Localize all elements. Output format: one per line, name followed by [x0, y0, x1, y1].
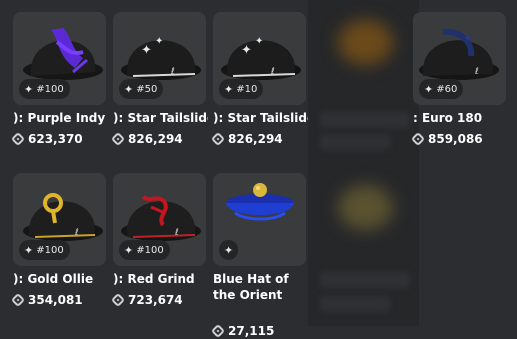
- blurred-thumbnail: [338, 20, 393, 65]
- sparkle-icon: ✦: [124, 243, 134, 257]
- price-value: 859,086: [428, 132, 483, 146]
- item-price: 826,294: [210, 131, 283, 147]
- item-thumbnail[interactable]: ✦ ✦ ℓ ✦ #50: [113, 12, 206, 105]
- svg-text:ℓ: ℓ: [174, 228, 179, 238]
- item-name[interactable]: : Euro 180: [413, 110, 508, 126]
- limited-badge: ✦: [219, 240, 239, 260]
- svg-text:✦: ✦: [155, 36, 163, 47]
- item-thumbnail[interactable]: ℓ ✦ #100: [113, 173, 206, 266]
- serial-badge: ✦ #60: [419, 79, 464, 99]
- sparkle-icon: ✦: [124, 82, 134, 96]
- item-name[interactable]: ): Star Tailslide: [213, 110, 308, 126]
- price-value: 623,370: [28, 132, 83, 146]
- item-price: 354,081: [10, 292, 83, 308]
- blurred-thumbnail: [338, 185, 393, 230]
- serial-number: #100: [136, 244, 164, 256]
- blurred-text: [320, 272, 410, 288]
- item-price: 723,674: [110, 292, 183, 308]
- item-price: 826,294: [110, 131, 183, 147]
- robux-icon: [10, 292, 26, 308]
- sparkle-icon: ✦: [224, 82, 234, 96]
- blurred-text: [320, 112, 410, 128]
- item-price: 27,115: [210, 323, 275, 339]
- robux-icon: [410, 131, 426, 147]
- item-price: 859,086: [410, 131, 483, 147]
- svg-text:✦: ✦: [141, 43, 152, 58]
- robux-icon: [210, 131, 226, 147]
- blurred-text: [320, 134, 390, 150]
- robux-icon: [110, 131, 126, 147]
- sparkle-icon: ✦: [24, 243, 34, 257]
- robux-icon: [210, 323, 226, 339]
- serial-number: #50: [136, 83, 158, 95]
- price-value: 723,674: [128, 293, 183, 307]
- sparkle-icon: ✦: [24, 82, 34, 96]
- price-value: 826,294: [128, 132, 183, 146]
- serial-badge: ✦ #10: [219, 79, 264, 99]
- item-price: 623,370: [10, 131, 83, 147]
- serial-number: #100: [36, 83, 64, 95]
- serial-number: #100: [36, 244, 64, 256]
- sparkle-icon: ✦: [224, 243, 234, 257]
- blurred-text: [320, 296, 390, 312]
- item-name[interactable]: ): Star Tailslide: [113, 110, 208, 126]
- item-thumbnail[interactable]: ✦: [213, 173, 306, 266]
- item-name[interactable]: ): Purple Indy: [13, 110, 108, 126]
- svg-text:✦: ✦: [255, 36, 263, 47]
- svg-text:ℓ: ℓ: [474, 67, 479, 77]
- serial-number: #60: [436, 83, 458, 95]
- svg-text:ℓ: ℓ: [170, 67, 175, 77]
- price-value: 354,081: [28, 293, 83, 307]
- serial-badge: ✦ #100: [19, 240, 70, 260]
- price-value: 826,294: [228, 132, 283, 146]
- serial-number: #10: [236, 83, 258, 95]
- sparkle-icon: ✦: [424, 82, 434, 96]
- serial-badge: ✦ #50: [119, 79, 164, 99]
- item-name[interactable]: ): Gold Ollie: [13, 271, 108, 287]
- robux-icon: [10, 131, 26, 147]
- svg-text:✦: ✦: [463, 31, 473, 45]
- item-thumbnail[interactable]: ✦ ✦ ℓ ✦ #10: [213, 12, 306, 105]
- price-value: 27,115: [228, 324, 275, 338]
- item-name[interactable]: Blue Hat of the Orient: [213, 271, 308, 303]
- robux-icon: [110, 292, 126, 308]
- serial-badge: ✦ #100: [19, 79, 70, 99]
- item-name[interactable]: ): Red Grind: [113, 271, 208, 287]
- svg-text:ℓ: ℓ: [74, 228, 79, 238]
- serial-badge: ✦ #100: [119, 240, 170, 260]
- svg-text:ℓ: ℓ: [270, 67, 275, 77]
- svg-text:✦: ✦: [241, 43, 252, 58]
- item-thumbnail[interactable]: ✦ #100: [13, 12, 106, 105]
- item-thumbnail[interactable]: ✦ ℓ ✦ #60: [413, 12, 506, 105]
- item-thumbnail[interactable]: ℓ ✦ #100: [13, 173, 106, 266]
